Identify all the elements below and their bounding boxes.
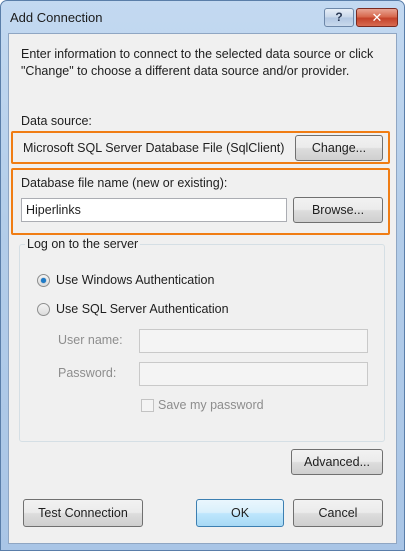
browse-button[interactable]: Browse... xyxy=(293,197,383,223)
sql-auth-radio[interactable] xyxy=(37,303,50,316)
sql-auth-label[interactable]: Use SQL Server Authentication xyxy=(56,302,229,316)
password-input[interactable] xyxy=(139,362,368,386)
title-bar[interactable]: Add Connection ? ✕ xyxy=(1,1,404,33)
dialog-body: Enter information to connect to the sele… xyxy=(8,33,397,544)
save-password-checkbox[interactable] xyxy=(141,399,154,412)
username-input[interactable] xyxy=(139,329,368,353)
ok-button[interactable]: OK xyxy=(196,499,284,527)
advanced-button[interactable]: Advanced... xyxy=(291,449,383,475)
close-button[interactable]: ✕ xyxy=(356,8,398,27)
data-source-field: Microsoft SQL Server Database File (SqlC… xyxy=(20,135,288,161)
test-connection-button[interactable]: Test Connection xyxy=(23,499,143,527)
cancel-button[interactable]: Cancel xyxy=(293,499,383,527)
save-password-label[interactable]: Save my password xyxy=(158,398,264,412)
logon-group-title: Log on to the server xyxy=(25,237,141,251)
password-label: Password: xyxy=(58,366,117,380)
username-label: User name: xyxy=(58,333,123,347)
database-file-input[interactable]: Hiperlinks xyxy=(21,198,287,222)
data-source-label: Data source: xyxy=(21,114,92,128)
database-file-label: Database file name (new or existing): xyxy=(21,176,228,190)
windows-auth-label[interactable]: Use Windows Authentication xyxy=(56,273,214,287)
window-title: Add Connection xyxy=(10,10,103,25)
add-connection-dialog: Add Connection ? ✕ Enter information to … xyxy=(0,0,405,551)
windows-auth-radio[interactable] xyxy=(37,274,50,287)
intro-text: Enter information to connect to the sele… xyxy=(21,47,374,78)
change-button[interactable]: Change... xyxy=(295,135,383,161)
help-button[interactable]: ? xyxy=(324,8,354,27)
